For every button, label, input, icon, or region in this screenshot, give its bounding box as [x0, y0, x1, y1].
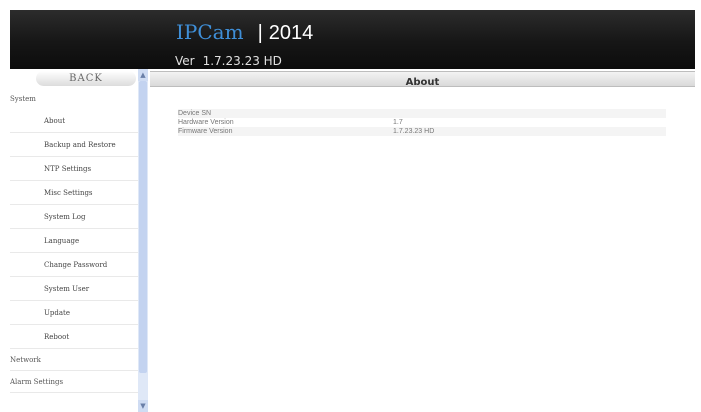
brand-name: IPCam	[176, 20, 244, 44]
hardware-version-label: Hardware Version	[178, 119, 234, 126]
scroll-up-arrow-icon[interactable]: ▲	[138, 69, 148, 81]
sidebar-nav: BACK System About Backup and Restore NTP…	[10, 69, 148, 412]
about-info-table: Device SN Hardware Version 1.7 Firmware …	[178, 109, 666, 136]
firmware-version-label: Firmware Version	[178, 127, 393, 136]
sidebar-item-about[interactable]: About	[10, 109, 138, 133]
firmware-version-value: 1.7.23.23 HD	[393, 127, 666, 136]
sidebar-item-misc-settings[interactable]: Misc Settings	[10, 181, 138, 205]
brand-separator: |	[257, 22, 263, 44]
version-text: Ver 1.7.23.23 HD	[175, 54, 282, 68]
page-title: About	[405, 77, 440, 88]
sidebar-item-backup-restore[interactable]: Backup and Restore	[10, 133, 138, 157]
sidebar-item-language[interactable]: Language	[10, 229, 138, 253]
version-prefix: Ver	[175, 54, 195, 68]
hardware-version-value: 1.7	[393, 119, 403, 126]
nav-section-system[interactable]: System	[10, 89, 138, 109]
nav-list: System About Backup and Restore NTP Sett…	[10, 89, 138, 393]
scroll-thumb[interactable]	[139, 81, 147, 373]
nav-section-network[interactable]: Network	[10, 349, 138, 371]
table-row: Device SN	[178, 109, 666, 118]
scroll-down-arrow-icon[interactable]: ▼	[138, 400, 148, 412]
page-title-bar: About	[150, 71, 695, 88]
sidebar-item-system-log[interactable]: System Log	[10, 205, 138, 229]
sidebar-item-ntp-settings[interactable]: NTP Settings	[10, 157, 138, 181]
version-number: 1.7.23.23 HD	[202, 54, 282, 68]
sidebar-item-reboot[interactable]: Reboot	[10, 325, 138, 349]
brand: IPCam | 2014	[176, 20, 313, 56]
table-row: Firmware Version 1.7.23.23 HD	[178, 127, 666, 136]
main-content: About Device SN Hardware Version 1.7 Fir…	[150, 69, 695, 412]
sidebar-scrollbar[interactable]: ▲ ▼	[138, 69, 148, 412]
nav-section-alarm-settings[interactable]: Alarm Settings	[10, 371, 138, 393]
sidebar-item-change-password[interactable]: Change Password	[10, 253, 138, 277]
device-sn-value	[393, 109, 666, 118]
sidebar-item-update[interactable]: Update	[10, 301, 138, 325]
header-bar: IPCam | 2014 Ver 1.7.23.23 HD	[10, 10, 695, 69]
table-row: Hardware Version 1.7	[178, 118, 666, 127]
device-sn-label: Device SN	[178, 109, 393, 118]
back-button[interactable]: BACK	[36, 71, 136, 86]
brand-year: 2014	[268, 22, 314, 44]
sidebar-item-system-user[interactable]: System User	[10, 277, 138, 301]
